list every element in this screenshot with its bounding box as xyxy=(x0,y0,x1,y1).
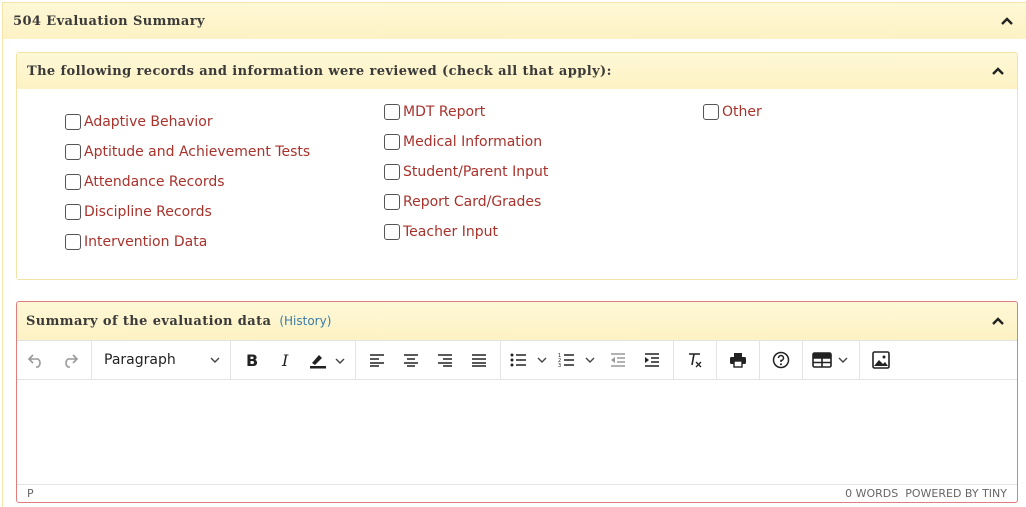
image-icon[interactable] xyxy=(864,345,898,375)
print-group xyxy=(717,341,760,379)
summary-panel-header[interactable]: Summary of the evaluation data (History) xyxy=(17,302,1017,340)
summary-panel: Summary of the evaluation data (History) … xyxy=(16,301,1018,503)
svg-text:I: I xyxy=(281,352,289,368)
svg-text:3: 3 xyxy=(558,363,561,368)
editor-toolbar: Paragraph B I 123 xyxy=(17,340,1017,380)
checkbox-student-parent-input[interactable]: Student/Parent Input xyxy=(384,157,548,187)
checkbox-report-card[interactable]: Report Card/Grades xyxy=(384,187,548,217)
checkbox-aptitude-tests[interactable]: Aptitude and Achievement Tests xyxy=(65,137,310,167)
checkbox-box[interactable] xyxy=(384,194,400,210)
bold-icon[interactable]: B xyxy=(235,345,269,375)
align-justify-icon[interactable] xyxy=(462,345,496,375)
clear-format-icon[interactable] xyxy=(678,345,712,375)
clear-group xyxy=(674,341,717,379)
records-panel-title: The following records and information we… xyxy=(27,63,612,79)
alignment-group xyxy=(356,341,501,379)
checkbox-column-2: MDT Report Medical Information Student/P… xyxy=(384,97,548,247)
table-group xyxy=(803,341,860,379)
section-header[interactable]: 504 Evaluation Summary xyxy=(3,3,1026,39)
format-group: Paragraph xyxy=(92,341,231,379)
text-style-group: B I xyxy=(231,341,356,379)
history-group xyxy=(17,341,92,379)
list-group: 123 xyxy=(501,341,674,379)
outdent-icon[interactable] xyxy=(601,345,635,375)
table-icon[interactable] xyxy=(807,345,855,375)
checkbox-box[interactable] xyxy=(65,114,81,130)
checkbox-box[interactable] xyxy=(384,164,400,180)
editor-content-area[interactable] xyxy=(17,380,1017,484)
checkbox-box[interactable] xyxy=(703,104,719,120)
image-group xyxy=(860,341,902,379)
redo-icon[interactable] xyxy=(53,345,87,375)
align-right-icon[interactable] xyxy=(428,345,462,375)
checkbox-mdt-report[interactable]: MDT Report xyxy=(384,97,548,127)
checkbox-box[interactable] xyxy=(65,174,81,190)
checkbox-box[interactable] xyxy=(65,234,81,250)
checkbox-box[interactable] xyxy=(384,224,400,240)
checkbox-column-3: Other xyxy=(703,97,762,127)
chevron-up-icon[interactable] xyxy=(987,60,1009,82)
records-checkbox-grid: Adaptive Behavior Aptitude and Achieveme… xyxy=(17,89,1017,279)
align-left-icon[interactable] xyxy=(360,345,394,375)
element-path[interactable]: P xyxy=(27,487,34,500)
checkbox-discipline-records[interactable]: Discipline Records xyxy=(65,197,310,227)
powered-by-link[interactable]: POWERED BY TINY xyxy=(905,487,1007,500)
checkbox-adaptive-behavior[interactable]: Adaptive Behavior xyxy=(65,107,310,137)
block-format-select[interactable]: Paragraph xyxy=(96,345,226,375)
indent-icon[interactable] xyxy=(635,345,669,375)
bullet-list-icon[interactable] xyxy=(505,345,553,375)
chevron-up-icon[interactable] xyxy=(987,310,1009,332)
checkbox-box[interactable] xyxy=(65,144,81,160)
print-icon[interactable] xyxy=(721,345,755,375)
checkbox-other[interactable]: Other xyxy=(703,97,762,127)
svg-text:B: B xyxy=(246,352,258,368)
checkbox-box[interactable] xyxy=(384,104,400,120)
summary-panel-title: Summary of the evaluation data xyxy=(26,313,272,329)
italic-icon[interactable]: I xyxy=(269,345,303,375)
help-icon[interactable] xyxy=(764,345,798,375)
history-link[interactable]: (History) xyxy=(279,314,331,328)
checkbox-attendance-records[interactable]: Attendance Records xyxy=(65,167,310,197)
records-reviewed-panel: The following records and information we… xyxy=(16,52,1018,280)
chevron-down-icon xyxy=(210,357,220,363)
summary-header-left: Summary of the evaluation data (History) xyxy=(26,314,331,329)
checkbox-box[interactable] xyxy=(65,204,81,220)
checkbox-medical-information[interactable]: Medical Information xyxy=(384,127,548,157)
numbered-list-icon[interactable]: 123 xyxy=(553,345,601,375)
help-group xyxy=(760,341,803,379)
checkbox-teacher-input[interactable]: Teacher Input xyxy=(384,217,548,247)
align-center-icon[interactable] xyxy=(394,345,428,375)
records-panel-header[interactable]: The following records and information we… xyxy=(17,53,1017,89)
section-title: 504 Evaluation Summary xyxy=(13,13,205,29)
checkbox-intervention-data[interactable]: Intervention Data xyxy=(65,227,310,257)
status-right: 0 WORDS POWERED BY TINY xyxy=(845,487,1007,500)
checkbox-column-1: Adaptive Behavior Aptitude and Achieveme… xyxy=(65,107,310,257)
word-count[interactable]: 0 WORDS xyxy=(845,487,898,500)
highlight-icon[interactable] xyxy=(303,345,351,375)
checkbox-box[interactable] xyxy=(384,134,400,150)
editor-status-bar: P 0 WORDS POWERED BY TINY xyxy=(17,484,1017,502)
undo-icon[interactable] xyxy=(19,345,53,375)
chevron-up-icon[interactable] xyxy=(996,10,1018,32)
